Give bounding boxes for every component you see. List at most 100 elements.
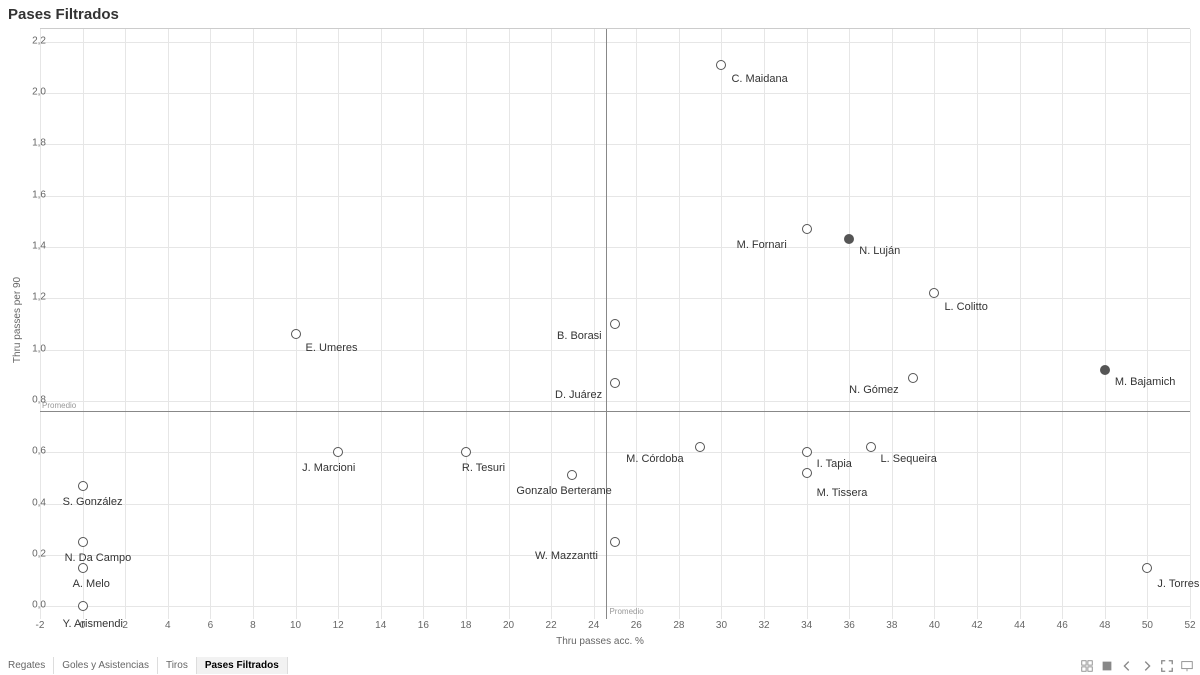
data-point[interactable] [695, 442, 705, 452]
x-tick: 2 [122, 620, 128, 631]
y-tick: 2,2 [16, 35, 46, 46]
x-tick: 42 [971, 620, 982, 631]
x-tick: 40 [929, 620, 940, 631]
x-tick: 10 [290, 620, 301, 631]
y-tick: 1,0 [16, 343, 46, 354]
data-point[interactable] [78, 601, 88, 611]
data-point[interactable] [610, 378, 620, 388]
x-tick: 8 [250, 620, 256, 631]
x-tick: 32 [759, 620, 770, 631]
data-point-label: A. Melo [73, 578, 110, 590]
sheet-tab[interactable]: Goles y Asistencias [54, 657, 158, 674]
x-tick: 48 [1099, 620, 1110, 631]
x-tick: 14 [375, 620, 386, 631]
sheet-tab[interactable]: Regates [0, 657, 54, 674]
data-point-label: B. Borasi [557, 330, 602, 342]
y-tick: 1,4 [16, 241, 46, 252]
data-point-label: S. González [63, 496, 123, 508]
data-point[interactable] [1142, 563, 1152, 573]
scatter-plot-area: Promedio Promedio C. Maidana M. Fornari N. L… [40, 28, 1190, 619]
data-point-label: M. Fornari [737, 239, 787, 251]
prev-icon[interactable] [1120, 659, 1134, 673]
promedio-label-h: Promedio [42, 401, 76, 410]
x-tick: 46 [1057, 620, 1068, 631]
data-point[interactable] [567, 470, 577, 480]
x-tick: 6 [208, 620, 214, 631]
stop-icon[interactable] [1100, 659, 1114, 673]
data-point-label: J. Torres [1157, 578, 1199, 590]
x-tick: 30 [716, 620, 727, 631]
y-tick: 1,8 [16, 138, 46, 149]
chart-title: Pases Filtrados [8, 6, 119, 23]
y-tick: 1,2 [16, 292, 46, 303]
y-tick: 0,6 [16, 446, 46, 457]
x-axis-label: Thru passes acc. % [556, 636, 644, 647]
data-point-label: Gonzalo Berterame [516, 485, 611, 497]
y-tick: 2,0 [16, 87, 46, 98]
data-point[interactable] [908, 373, 918, 383]
data-point[interactable] [610, 537, 620, 547]
sheet-tab[interactable]: Pases Filtrados [197, 657, 288, 674]
data-point[interactable] [802, 468, 812, 478]
promedio-label-v: Promedio [609, 607, 643, 616]
data-point-label: Y. Arismendi [63, 618, 123, 630]
y-tick: 0,0 [16, 600, 46, 611]
x-tick: 50 [1142, 620, 1153, 631]
data-point-label: M. Tissera [817, 487, 868, 499]
sheet-tabs: RegatesGoles y AsistenciasTirosPases Fil… [0, 655, 288, 675]
data-point-label: M. Córdoba [626, 453, 683, 465]
x-tick: 44 [1014, 620, 1025, 631]
y-tick: 1,6 [16, 189, 46, 200]
toolbar [1080, 659, 1194, 673]
x-tick: 34 [801, 620, 812, 631]
data-point[interactable] [78, 563, 88, 573]
data-point[interactable] [802, 224, 812, 234]
x-tick: 12 [333, 620, 344, 631]
data-point-label: R. Tesuri [462, 462, 505, 474]
x-tick: 52 [1184, 620, 1195, 631]
data-point[interactable] [929, 288, 939, 298]
x-tick: 22 [546, 620, 557, 631]
x-tick: 24 [588, 620, 599, 631]
data-point[interactable] [802, 447, 812, 457]
x-tick: 26 [631, 620, 642, 631]
sheet-tab[interactable]: Tiros [158, 657, 197, 674]
data-point-label: L. Colitto [944, 301, 987, 313]
data-point-label: N. Da Campo [65, 552, 132, 564]
data-point-label: J. Marcioni [302, 462, 355, 474]
y-tick: 0,8 [16, 394, 46, 405]
data-point[interactable] [78, 481, 88, 491]
data-point-label: C. Maidana [731, 73, 787, 85]
y-tick: 0,2 [16, 548, 46, 559]
data-point[interactable] [461, 447, 471, 457]
x-tick: 0 [80, 620, 86, 631]
data-point-label: M. Bajamich [1115, 376, 1176, 388]
data-point[interactable] [291, 329, 301, 339]
data-point-label: I. Tapia [817, 458, 852, 470]
data-point-label: D. Juárez [555, 389, 602, 401]
data-point[interactable] [844, 234, 854, 244]
x-tick: 16 [418, 620, 429, 631]
x-tick: 38 [886, 620, 897, 631]
data-point[interactable] [866, 442, 876, 452]
data-point[interactable] [1100, 365, 1110, 375]
x-tick: 20 [503, 620, 514, 631]
x-tick: 18 [460, 620, 471, 631]
data-point[interactable] [78, 537, 88, 547]
x-tick: 4 [165, 620, 171, 631]
data-point-label: W. Mazzantti [535, 550, 598, 562]
data-point[interactable] [610, 319, 620, 329]
data-point-label: E. Umeres [306, 342, 358, 354]
revert-icon[interactable] [1080, 659, 1094, 673]
next-icon[interactable] [1140, 659, 1154, 673]
data-point[interactable] [333, 447, 343, 457]
x-tick: 36 [844, 620, 855, 631]
data-point[interactable] [716, 60, 726, 70]
data-point-label: L. Sequeira [881, 453, 937, 465]
data-point-label: N. Luján [859, 245, 900, 257]
fullscreen-icon[interactable] [1160, 659, 1174, 673]
x-tick: -2 [36, 620, 45, 631]
presentation-icon[interactable] [1180, 659, 1194, 673]
x-tick: 28 [673, 620, 684, 631]
y-tick: 0,4 [16, 497, 46, 508]
